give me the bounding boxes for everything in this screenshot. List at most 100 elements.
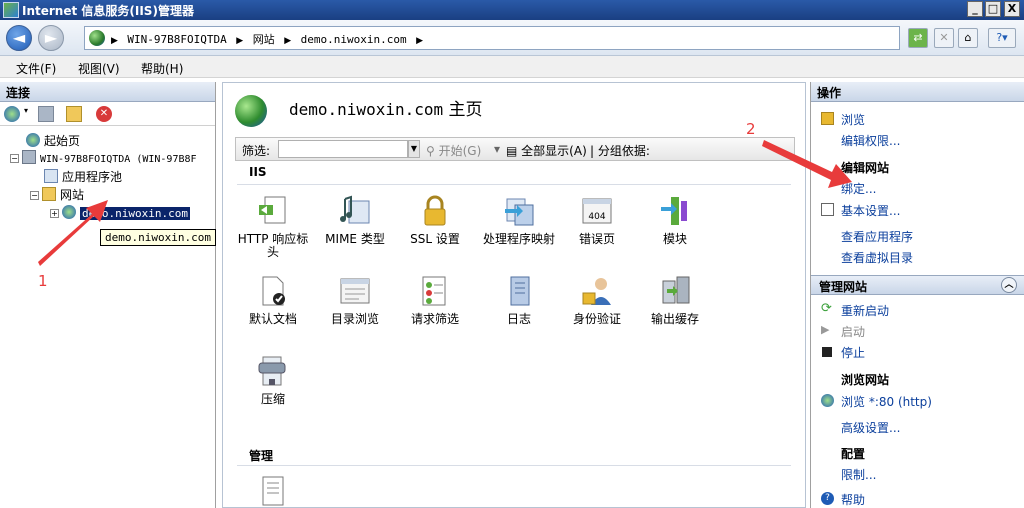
menu-bar: 文件(F) 视图(V) 帮助(H)	[0, 56, 1024, 78]
browse-site-heading: 浏览网站	[841, 373, 890, 387]
menu-help[interactable]: 帮助(H)	[141, 60, 183, 77]
forward-button[interactable]: ►	[38, 25, 64, 51]
action-browse-port[interactable]: 浏览 *:80 (http)	[841, 393, 932, 410]
section-iis[interactable]: IIS	[249, 165, 267, 179]
feature-logging[interactable]: 日志	[481, 275, 557, 326]
page-title: demo.niwoxin.com 主页	[289, 95, 483, 120]
feature-ssl[interactable]: SSL 设置	[397, 195, 473, 246]
feature-modules[interactable]: 模块	[637, 195, 713, 246]
menu-file[interactable]: 文件(F)	[16, 60, 56, 77]
http-headers-icon	[257, 195, 289, 227]
feature-label: SSL 设置	[410, 232, 460, 246]
save-icon[interactable]	[38, 106, 54, 122]
feature-authentication[interactable]: 身份验证	[559, 275, 635, 326]
action-view-applications[interactable]: 查看应用程序	[841, 228, 913, 245]
error-badge-text: 404	[588, 212, 605, 222]
feature-output-caching[interactable]: 输出缓存	[637, 275, 713, 326]
collapse-icon[interactable]: −	[10, 154, 19, 163]
feature-request-filtering[interactable]: 请求筛选	[397, 275, 473, 326]
start-page-icon	[26, 133, 40, 147]
stop-icon[interactable]: ✕	[934, 28, 954, 48]
tree-sites-label: 网站	[60, 188, 85, 202]
feature-label: 身份验证	[572, 312, 621, 326]
filter-start-button[interactable]: ⚲ 开始(G)	[426, 142, 481, 159]
collapse-icon[interactable]: −	[30, 191, 39, 200]
feature-compression[interactable]: 压缩	[235, 355, 311, 406]
connect-icon[interactable]	[4, 106, 20, 122]
feature-mime[interactable]: MIME 类型	[317, 195, 393, 246]
crumb-site[interactable]: demo.niwoxin.com	[301, 33, 407, 46]
title-bar: Internet 信息服务(IIS)管理器 _ □ X	[0, 0, 1024, 20]
tree-app-pools[interactable]: 应用程序池	[44, 168, 122, 184]
feature-config-editor[interactable]	[235, 475, 311, 508]
refresh-icon[interactable]: ⇄	[908, 28, 928, 48]
close-button[interactable]: X	[1004, 1, 1020, 17]
menu-view[interactable]: 视图(V)	[78, 60, 120, 77]
minimize-button[interactable]: _	[967, 1, 983, 17]
crumb-separator-icon: ▶	[284, 36, 292, 46]
tree-start-page-label: 起始页	[44, 134, 81, 148]
action-stop[interactable]: 停止	[841, 344, 865, 361]
filter-start-dropdown-icon[interactable]: ▾	[494, 142, 500, 156]
crumb-sites[interactable]: 网站	[253, 33, 275, 46]
action-basic-settings[interactable]: 基本设置...	[841, 202, 900, 219]
feature-label: 目录浏览	[330, 312, 379, 326]
tree-tooltip: demo.niwoxin.com	[100, 229, 216, 246]
action-browse[interactable]: 浏览	[841, 111, 865, 128]
feature-default-document[interactable]: 默认文档	[235, 275, 311, 326]
feature-label: 模块	[662, 232, 687, 246]
connections-header: 连接	[0, 82, 215, 102]
action-view-virtual-directories[interactable]: 查看虚拟目录	[841, 249, 913, 266]
show-all-button[interactable]: ▤ 全部显示(A)	[506, 142, 587, 159]
request-filter-icon	[419, 275, 451, 307]
tree-sites[interactable]: − 网站	[30, 186, 84, 202]
feature-http-headers[interactable]: HTTP 响应标头	[235, 195, 311, 259]
group-by-label[interactable]: | 分组依据:	[590, 142, 650, 159]
tree-server[interactable]: − WIN-97B8FOIQTDA (WIN-97B8F	[10, 150, 197, 166]
action-advanced-settings[interactable]: 高级设置...	[841, 419, 900, 436]
crumb-separator-icon: ▶	[416, 36, 423, 46]
filter-dropdown-icon[interactable]: ▼	[408, 140, 420, 158]
connections-toolbar: ▾ ✕	[0, 102, 215, 126]
filter-input[interactable]	[278, 140, 408, 158]
tree-app-pools-label: 应用程序池	[62, 170, 123, 184]
stop-icon	[822, 347, 832, 357]
auth-icon	[581, 275, 613, 307]
handler-icon	[503, 195, 535, 227]
iis-app-icon	[3, 2, 19, 18]
home-icon[interactable]: ⌂	[958, 28, 978, 48]
log-icon	[503, 275, 535, 307]
manage-site-label: 管理网站	[819, 280, 868, 294]
tree-site-demo[interactable]: + demo.niwoxin.com	[50, 205, 190, 221]
section-manage[interactable]: 管理	[249, 447, 273, 464]
action-limits[interactable]: 限制...	[841, 466, 876, 483]
feature-handler-mappings[interactable]: 处理程序映射	[481, 195, 557, 246]
expand-icon[interactable]: +	[50, 209, 59, 218]
folder-up-icon[interactable]	[66, 106, 82, 122]
basic-settings-icon	[821, 203, 834, 216]
chevron-up-icon[interactable]: ︿	[1001, 277, 1017, 293]
output-cache-icon	[659, 275, 691, 307]
tree-start-page[interactable]: 起始页	[26, 132, 80, 148]
manage-site-header[interactable]: 管理网站 ︿	[811, 275, 1024, 295]
feature-label: MIME 类型	[325, 232, 385, 246]
action-edit-permissions[interactable]: 编辑权限...	[841, 132, 900, 149]
annotation-number-2: 2	[746, 120, 756, 138]
dir-browse-icon	[339, 275, 371, 307]
crumb-server[interactable]: WIN-97B8FOIQTDA	[127, 33, 226, 46]
disconnect-icon[interactable]: ✕	[96, 106, 112, 122]
action-restart[interactable]: 重新启动	[841, 302, 889, 319]
help-icon[interactable]: ?▾	[988, 28, 1016, 48]
action-bindings[interactable]: 绑定...	[841, 180, 876, 197]
sites-folder-icon	[42, 187, 56, 201]
feature-directory-browsing[interactable]: 目录浏览	[317, 275, 393, 326]
back-button[interactable]: ◄	[6, 25, 32, 51]
address-field[interactable]: ▶ WIN-97B8FOIQTDA ▶ 网站 ▶ demo.niwoxin.co…	[84, 26, 900, 50]
tree-site-label: demo.niwoxin.com	[80, 207, 190, 220]
action-help[interactable]: 帮助	[841, 491, 865, 508]
maximize-button[interactable]: □	[985, 1, 1001, 17]
feature-error-pages[interactable]: 404 错误页	[559, 195, 635, 246]
page-title-site: demo.niwoxin.com	[289, 100, 444, 119]
error-page-icon: 404	[581, 195, 613, 227]
feature-label: 请求筛选	[410, 312, 459, 326]
